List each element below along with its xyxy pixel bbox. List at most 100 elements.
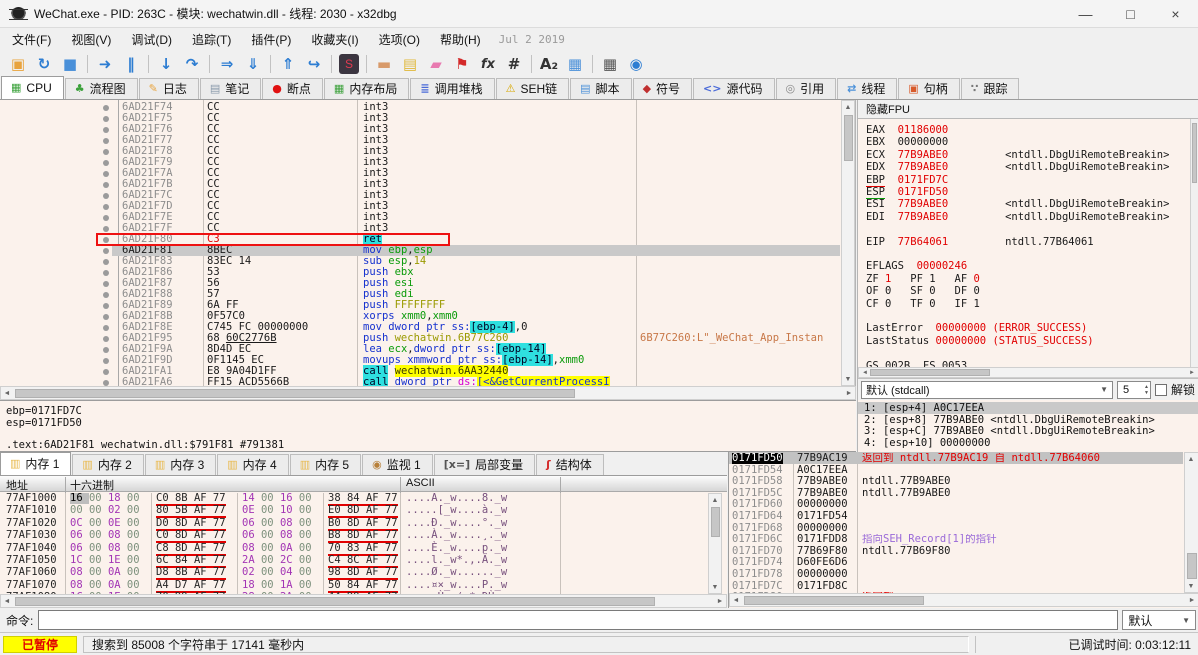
dump-horizontal-scrollbar[interactable]: ◄ ► (0, 594, 727, 608)
calculator-icon[interactable]: ▦ (597, 52, 623, 76)
breakpoint-dot-icon[interactable] (103, 171, 109, 177)
breakpoint-dot-icon[interactable] (103, 193, 109, 199)
pause-icon[interactable]: ‖ (118, 52, 144, 76)
register-line[interactable]: EBX 00000000 (866, 137, 948, 148)
labels-icon[interactable]: ▰ (423, 52, 449, 76)
arg-row[interactable]: 2: [esp+8] 77B9ABE0 <ntdll.DbgUiRemoteBr… (864, 415, 1155, 426)
patches-icon[interactable]: ▬ (371, 52, 397, 76)
tab-内存 5[interactable]: ▥内存 5 (290, 454, 361, 475)
step-out-icon[interactable]: ⇓ (240, 52, 266, 76)
tab-线程[interactable]: ⇄线程 (837, 78, 897, 99)
hash-icon[interactable]: # (501, 52, 527, 76)
command-input[interactable] (38, 610, 1118, 630)
register-line[interactable]: ECX 77B9ABE0 <ntdll.DbgUiRemoteBreakin> (866, 150, 1169, 161)
step-over-icon[interactable]: ↷ (179, 52, 205, 76)
menu-item-I[interactable]: 收藏夹(I) (301, 27, 368, 52)
tab-引用[interactable]: ◎引用 (776, 78, 837, 99)
stop-icon[interactable]: ■ (57, 52, 83, 76)
tab-内存布局[interactable]: ▦内存布局 (324, 78, 409, 99)
unlock-checkbox[interactable] (1155, 384, 1167, 396)
register-line[interactable]: EIP 77B64061 ntdll.77B64061 (866, 237, 1094, 248)
breakpoint-dot-icon[interactable] (103, 226, 109, 232)
strings-icon[interactable]: A₂ (536, 52, 562, 76)
dump-vertical-scrollbar[interactable]: ▲ ▼ (708, 493, 722, 594)
register-line[interactable]: EDX 77B9ABE0 <ntdll.DbgUiRemoteBreakin> (866, 162, 1169, 173)
stack-row[interactable]: 0171FD7800000000 (729, 569, 1183, 581)
tab-断点[interactable]: ●断点 (262, 78, 323, 99)
menu-item-O[interactable]: 选项(O) (369, 27, 430, 52)
tab-跟踪[interactable]: ∵跟踪 (961, 78, 1020, 99)
run-to-selection-icon[interactable]: ⇒ (214, 52, 240, 76)
breakpoint-dot-icon[interactable] (103, 259, 109, 265)
command-profile-dropdown[interactable]: 默认 ▼ (1122, 610, 1196, 630)
stack-vertical-scrollbar[interactable]: ▲ ▼ (1184, 452, 1198, 593)
calling-convention-dropdown[interactable]: 默认 (stdcall) ▼ (861, 381, 1113, 399)
scylla-icon[interactable]: S (339, 54, 359, 74)
tab-局部变量[interactable]: [x=]局部变量 (434, 454, 535, 475)
menu-item-D[interactable]: 调试(D) (121, 27, 182, 52)
close-button[interactable]: × (1153, 0, 1198, 28)
register-line[interactable]: LastStatus 00000000 (STATUS_SUCCESS) (866, 336, 1094, 347)
breakpoint-dot-icon[interactable] (103, 248, 109, 254)
breakpoint-dot-icon[interactable] (103, 127, 109, 133)
hide-fpu-button[interactable]: 隐藏FPU (858, 100, 1198, 119)
breakpoint-dot-icon[interactable] (103, 105, 109, 111)
stack-row[interactable]: 0171FD5077B9AC19返回到 ntdll.77B9AC19 自 ntd… (729, 453, 1183, 465)
arg-row[interactable]: 4: [esp+10] 00000000 (864, 438, 990, 449)
tab-句柄[interactable]: ▣句柄 (898, 78, 959, 99)
execute-till-return-icon[interactable]: ⇑ (275, 52, 301, 76)
menu-item-F[interactable]: 文件(F) (2, 27, 61, 52)
tab-内存 4[interactable]: ▥内存 4 (217, 454, 288, 475)
open-file-icon[interactable]: ▣ (5, 52, 31, 76)
menu-item-T[interactable]: 追踪(T) (182, 27, 241, 52)
breakpoint-dot-icon[interactable] (103, 314, 109, 320)
modules-icon[interactable]: ▦ (562, 52, 588, 76)
stack-row[interactable]: 0171FD640171FD54 (729, 511, 1183, 523)
register-line[interactable]: ZF 1 PF 1 AF 0 (866, 274, 980, 285)
breakpoint-dot-icon[interactable] (103, 270, 109, 276)
disasm-row[interactable]: 6AD21FA6FF15 ACD5566Bcall dword ptr ds:[… (0, 377, 840, 386)
register-line[interactable]: OF 0 SF 0 DF 0 (866, 286, 980, 297)
tab-笔记[interactable]: ▤笔记 (200, 78, 261, 99)
breakpoint-dot-icon[interactable] (103, 182, 109, 188)
register-line[interactable]: LastError 00000000 (ERROR_SUCCESS) (866, 323, 1087, 334)
tab-源代码[interactable]: <>源代码 (693, 78, 774, 99)
menu-item-H[interactable]: 帮助(H) (430, 27, 491, 52)
tab-内存 3[interactable]: ▥内存 3 (145, 454, 216, 475)
breakpoint-dot-icon[interactable] (103, 325, 109, 331)
stack-horizontal-scrollbar[interactable]: ◄ ► (729, 593, 1198, 607)
restart-icon[interactable]: ↻ (31, 52, 57, 76)
arg-row[interactable]: 3: [esp+C] 77B9ABE0 <ntdll.DbgUiRemoteBr… (864, 426, 1155, 437)
tab-日志[interactable]: ✎日志 (139, 78, 199, 99)
tab-内存 2[interactable]: ▥内存 2 (72, 454, 143, 475)
function-icon[interactable]: fx (475, 52, 501, 76)
bookmarks-icon[interactable]: ⚑ (449, 52, 475, 76)
tab-SEH链[interactable]: ⚠SEH链 (496, 78, 570, 99)
breakpoint-dot-icon[interactable] (103, 116, 109, 122)
comments-icon[interactable]: ▤ (397, 52, 423, 76)
register-line[interactable]: ESP 0171FD50 (866, 187, 948, 198)
spinner-arrows-icon[interactable]: ▲▼ (1144, 384, 1150, 396)
breakpoint-dot-icon[interactable] (103, 369, 109, 375)
registers-vertical-scrollbar[interactable] (1190, 119, 1198, 369)
breakpoint-dot-icon[interactable] (103, 204, 109, 210)
tab-CPU[interactable]: ▦CPU (1, 76, 64, 99)
breakpoint-dot-icon[interactable] (103, 160, 109, 166)
menu-item-P[interactable]: 插件(P) (241, 27, 301, 52)
arg-row[interactable]: 1: [esp+4] A0C17EEA (864, 403, 984, 414)
breakpoint-dot-icon[interactable] (103, 347, 109, 353)
register-line[interactable]: EDI 77B9ABE0 <ntdll.DbgUiRemoteBreakin> (866, 212, 1169, 223)
disasm-horizontal-scrollbar[interactable]: ◄ ► (0, 386, 856, 400)
register-line[interactable]: EAX 01186000 (866, 125, 948, 136)
step-into-icon[interactable]: ↓ (153, 52, 179, 76)
register-line[interactable]: ESI 77B9ABE0 <ntdll.DbgUiRemoteBreakin> (866, 199, 1169, 210)
breakpoint-dot-icon[interactable] (103, 358, 109, 364)
maximize-button[interactable]: □ (1108, 0, 1153, 28)
breakpoint-dot-icon[interactable] (103, 149, 109, 155)
minimize-button[interactable]: — (1063, 0, 1108, 28)
tab-结构体[interactable]: ʃ结构体 (536, 454, 604, 475)
tab-符号[interactable]: ◆符号 (633, 78, 692, 99)
tab-调用堆栈[interactable]: ≣调用堆栈 (410, 78, 494, 99)
breakpoint-dot-icon[interactable] (103, 336, 109, 342)
menu-item-V[interactable]: 视图(V) (61, 27, 121, 52)
